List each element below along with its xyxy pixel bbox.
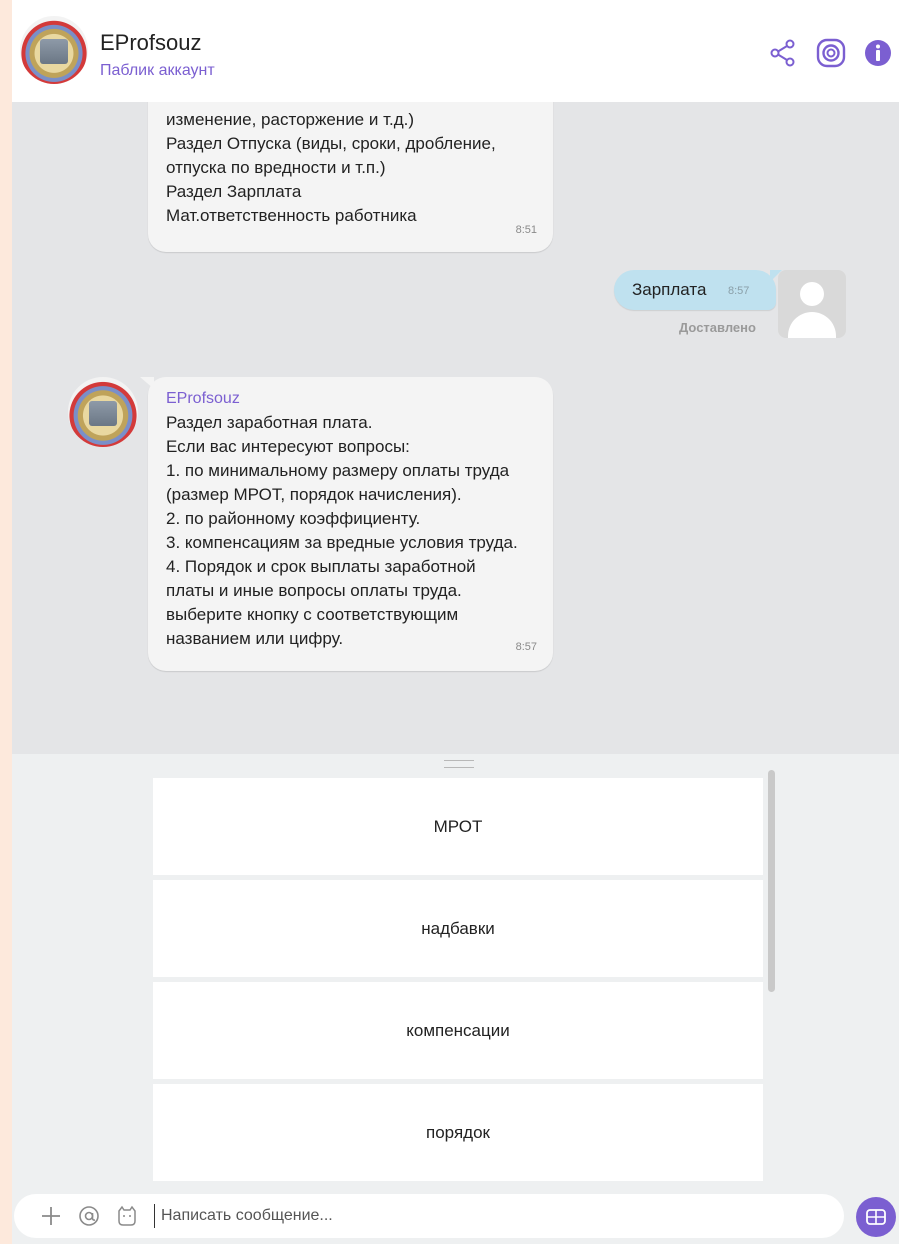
message-time: 8:57 bbox=[515, 641, 537, 653]
keyboard-button-compensation[interactable]: компенсации bbox=[153, 982, 763, 1079]
account-avatar[interactable] bbox=[20, 16, 88, 84]
keyboard-button-procedure[interactable]: порядок bbox=[153, 1084, 763, 1181]
delivery-status: Доставлено bbox=[679, 320, 756, 335]
message-line: отпуска по вредности и т.п.) bbox=[166, 158, 386, 177]
keyboard-toggle-button[interactable] bbox=[856, 1197, 896, 1237]
message-line: Раздел заработная плата. bbox=[166, 413, 373, 432]
message-time: 8:51 bbox=[515, 224, 537, 236]
bot-keyboard-panel: МРОТ надбавки компенсации порядок bbox=[12, 754, 899, 1194]
message-line: 2. по районному коэффициенту. bbox=[166, 509, 421, 528]
message-time: 8:57 bbox=[728, 285, 750, 297]
user-avatar[interactable] bbox=[778, 270, 846, 338]
message-text: изменение, расторжение и т.д.) Раздел От… bbox=[166, 108, 496, 228]
plus-icon[interactable] bbox=[40, 1205, 62, 1227]
avatar-body-shape bbox=[788, 312, 836, 338]
sender-avatar[interactable] bbox=[68, 377, 138, 447]
message-bubble-incoming: EProfsouz Раздел заработная плата. Если … bbox=[140, 377, 553, 671]
account-subtitle: Паблик аккаунт bbox=[100, 62, 215, 79]
message-text: Раздел заработная плата. Если вас интере… bbox=[166, 411, 518, 651]
resize-handle[interactable] bbox=[444, 760, 474, 768]
keyboard-button-mrot[interactable]: МРОТ bbox=[153, 778, 763, 875]
keyboard-scrollbar[interactable] bbox=[768, 770, 775, 992]
avatar-head-shape bbox=[800, 282, 824, 306]
account-title[interactable]: EProfsouz bbox=[100, 30, 202, 56]
sticker-icon[interactable] bbox=[116, 1205, 138, 1227]
message-input[interactable]: Написать сообщение... bbox=[14, 1194, 844, 1238]
message-line: выберите кнопку с соответствующим bbox=[166, 605, 459, 624]
message-line: названием или цифру. bbox=[166, 629, 344, 648]
avatar-emblem bbox=[89, 400, 117, 426]
message-line: Раздел Зарплата bbox=[166, 182, 302, 201]
message-text: Зарплата bbox=[632, 280, 707, 299]
message-input-bar: Написать сообщение... bbox=[12, 1194, 899, 1244]
bubble-tail bbox=[140, 377, 154, 389]
message-line: 4. Порядок и срок выплаты заработной bbox=[166, 557, 476, 576]
chat-window: изменение, расторжение и т.д.) Раздел От… bbox=[12, 0, 899, 1244]
keyboard-icon bbox=[866, 1209, 886, 1225]
message-sender[interactable]: EProfsouz bbox=[166, 387, 240, 411]
message-line: (размер МРОТ, порядок начисления). bbox=[166, 485, 462, 504]
avatar-emblem bbox=[40, 39, 68, 64]
keyboard-button-allowances[interactable]: надбавки bbox=[153, 880, 763, 977]
message-line: платы и иные вопросы оплаты труда. bbox=[166, 581, 462, 600]
input-placeholder: Написать сообщение... bbox=[161, 1207, 333, 1224]
message-line: Раздел Отпуска (виды, сроки, дробление, bbox=[166, 134, 496, 153]
message-line: Мат.ответственность работника bbox=[166, 206, 417, 225]
message-line: Если вас интересуют вопросы: bbox=[166, 437, 410, 456]
info-icon[interactable] bbox=[863, 38, 893, 68]
chat-header: EProfsouz Паблик аккаунт bbox=[12, 0, 899, 102]
message-line: изменение, расторжение и т.д.) bbox=[166, 110, 415, 129]
message-line: 1. по минимальному размеру оплаты труда bbox=[166, 461, 510, 480]
message-line: 3. компенсациям за вредные условия труда… bbox=[166, 533, 518, 552]
mention-icon[interactable] bbox=[78, 1205, 100, 1227]
rakuten-icon[interactable] bbox=[816, 38, 846, 68]
text-caret bbox=[154, 1204, 155, 1228]
share-icon[interactable] bbox=[768, 38, 798, 68]
message-bubble-outgoing: Зарплата 8:57 bbox=[614, 270, 782, 310]
